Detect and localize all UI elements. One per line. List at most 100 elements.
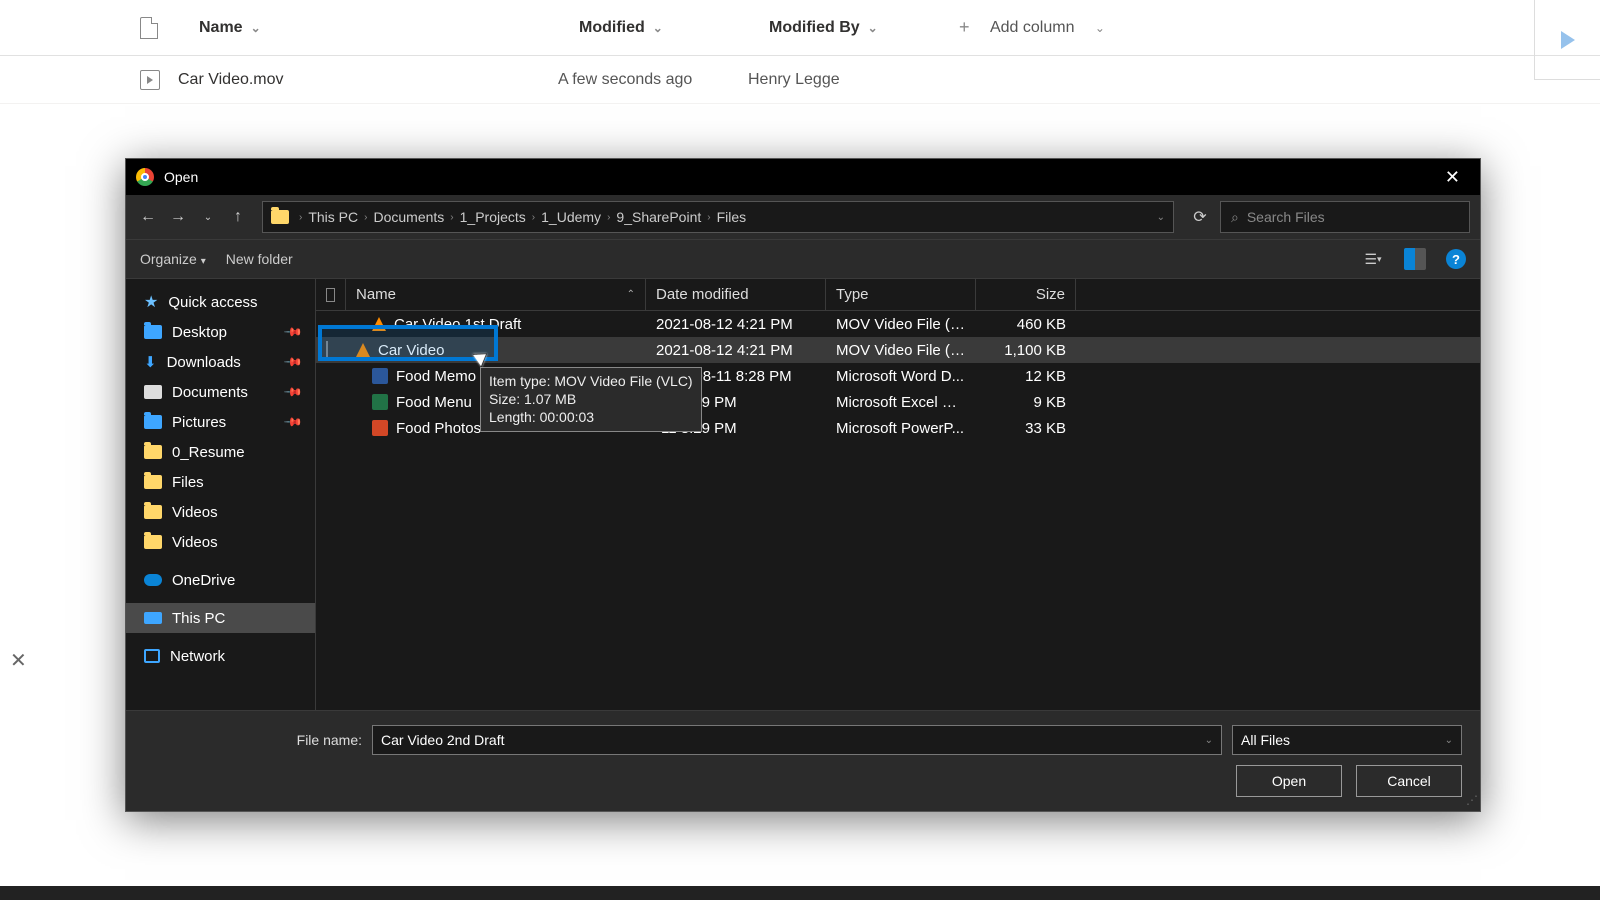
navigation-bar: ← → ⌄ ↑ › This PC› Documents› 1_Projects… <box>126 195 1480 239</box>
view-mode-button[interactable]: ☰ ▾ <box>1362 248 1384 270</box>
close-button[interactable]: ✕ <box>1435 163 1470 192</box>
close-panel-icon[interactable]: ✕ <box>10 648 27 673</box>
organize-menu[interactable]: Organize ▾ <box>140 251 206 267</box>
chevron-down-icon: ⌄ <box>1095 21 1105 35</box>
folder-icon <box>144 505 162 519</box>
breadcrumb-item[interactable]: 1_Udemy <box>541 209 601 225</box>
cloud-icon <box>144 574 162 586</box>
search-input[interactable]: ⌕ Search Files <box>1220 201 1470 233</box>
chevron-down-icon: ⌄ <box>868 21 878 35</box>
column-header-type[interactable]: Type <box>826 279 976 310</box>
sidebar-item-folder[interactable]: Videos <box>126 497 315 527</box>
breadcrumb-bar[interactable]: › This PC› Documents› 1_Projects› 1_Udem… <box>262 201 1174 233</box>
filename-input[interactable]: Car Video 2nd Draft⌄ <box>372 725 1222 755</box>
vlc-icon <box>356 343 370 357</box>
column-modified[interactable]: Modified⌄ <box>579 19 769 37</box>
file-filter-select[interactable]: All Files⌄ <box>1232 725 1462 755</box>
play-preview-card[interactable] <box>1534 0 1600 80</box>
sidebar-item-folder[interactable]: Files <box>126 467 315 497</box>
file-open-dialog: Open ✕ ← → ⌄ ↑ › This PC› Documents› 1_P… <box>125 158 1481 812</box>
select-all-checkbox[interactable] <box>316 279 346 310</box>
sharepoint-list: Name⌄ Modified⌄ Modified By⌄ + Add colum… <box>0 0 1600 104</box>
sort-up-icon: ⌃ <box>627 289 635 300</box>
file-tooltip: Item type: MOV Video File (VLC) Size: 1.… <box>480 367 702 432</box>
documents-icon <box>144 385 162 399</box>
folder-icon <box>144 475 162 489</box>
modifiedby-value: Henry Legge <box>748 71 840 89</box>
cancel-button[interactable]: Cancel <box>1356 765 1462 797</box>
help-button[interactable]: ? <box>1446 249 1466 269</box>
breadcrumb-item[interactable]: 1_Projects <box>460 209 526 225</box>
history-dropdown[interactable]: ⌄ <box>196 205 220 229</box>
filename-label: File name: <box>297 732 362 748</box>
pin-icon: 📌 <box>283 382 303 402</box>
sidebar-item-desktop[interactable]: Desktop📌 <box>126 317 315 347</box>
pc-icon <box>144 612 162 624</box>
chevron-down-icon: ⌄ <box>653 21 663 35</box>
search-icon: ⌕ <box>1231 209 1239 226</box>
refresh-button[interactable]: ⟳ <box>1186 203 1214 231</box>
folder-icon <box>271 210 289 224</box>
vlc-icon <box>372 317 386 331</box>
column-modifiedby[interactable]: Modified By⌄ <box>769 19 959 37</box>
sidebar-onedrive[interactable]: OneDrive <box>126 565 315 595</box>
breadcrumb-item[interactable]: 9_SharePoint <box>616 209 701 225</box>
video-file-icon <box>140 70 160 90</box>
chevron-down-icon[interactable]: ⌄ <box>1157 212 1165 223</box>
preview-pane-button[interactable] <box>1404 248 1426 270</box>
column-name[interactable]: Name⌄ <box>199 19 579 37</box>
chevron-down-icon: ⌄ <box>251 21 261 35</box>
pin-icon: 📌 <box>283 322 303 342</box>
sharepoint-header: Name⌄ Modified⌄ Modified By⌄ + Add colum… <box>0 0 1600 56</box>
file-name[interactable]: Car Video.mov <box>178 71 284 89</box>
add-column-button[interactable]: + Add column ⌄ <box>959 17 1105 38</box>
navigation-sidebar: ★Quick access Desktop📌 ⬇Downloads📌 Docum… <box>126 279 316 710</box>
sharepoint-row[interactable]: Car Video.mov A few seconds ago Henry Le… <box>0 56 1600 104</box>
excel-icon <box>372 394 388 410</box>
chrome-icon <box>136 168 154 186</box>
file-list-pane: Name⌃ Date modified Type Size Car Video … <box>316 279 1480 710</box>
sidebar-network[interactable]: Network <box>126 641 315 671</box>
taskbar[interactable] <box>0 886 1600 900</box>
play-icon <box>1561 31 1575 49</box>
chevron-down-icon[interactable]: ⌄ <box>1205 735 1213 746</box>
sidebar-item-downloads[interactable]: ⬇Downloads📌 <box>126 347 315 377</box>
file-list-header: Name⌃ Date modified Type Size <box>316 279 1480 311</box>
column-header-name[interactable]: Name⌃ <box>346 279 646 310</box>
breadcrumb-item[interactable]: Documents <box>373 209 444 225</box>
pictures-icon <box>144 415 162 429</box>
star-icon: ★ <box>144 292 158 312</box>
toolbar: Organize ▾ New folder ☰ ▾ ? <box>126 239 1480 279</box>
modified-value: A few seconds ago <box>558 71 692 89</box>
network-icon <box>144 649 160 663</box>
folder-icon <box>144 535 162 549</box>
sidebar-this-pc[interactable]: This PC <box>126 603 315 633</box>
breadcrumb-item[interactable]: This PC <box>308 209 358 225</box>
powerpoint-icon <box>372 420 388 436</box>
file-row[interactable]: Car Video 1st Draft 2021-08-12 4:21 PM M… <box>316 311 1480 337</box>
download-icon: ⬇ <box>144 353 157 371</box>
forward-button[interactable]: → <box>166 205 190 229</box>
sidebar-quick-access[interactable]: ★Quick access <box>126 287 315 317</box>
sidebar-item-folder[interactable]: Videos <box>126 527 315 557</box>
up-button[interactable]: ↑ <box>226 205 250 229</box>
pin-icon: 📌 <box>283 412 303 432</box>
open-button[interactable]: Open <box>1236 765 1342 797</box>
sidebar-item-folder[interactable]: 0_Resume <box>126 437 315 467</box>
back-button[interactable]: ← <box>136 205 160 229</box>
new-folder-button[interactable]: New folder <box>226 251 293 267</box>
chevron-down-icon: ⌄ <box>1445 735 1453 746</box>
sidebar-item-pictures[interactable]: Pictures📌 <box>126 407 315 437</box>
resize-grip[interactable]: ⋰ <box>1466 793 1476 807</box>
word-icon <box>372 368 388 384</box>
breadcrumb-item[interactable]: Files <box>717 209 747 225</box>
folder-icon <box>144 445 162 459</box>
pin-icon: 📌 <box>283 352 303 372</box>
dialog-title: Open <box>164 169 198 185</box>
column-header-date[interactable]: Date modified <box>646 279 826 310</box>
dialog-footer: File name: Car Video 2nd Draft⌄ All File… <box>126 710 1480 811</box>
dialog-titlebar: Open ✕ <box>126 159 1480 195</box>
column-header-size[interactable]: Size <box>976 279 1076 310</box>
sidebar-item-documents[interactable]: Documents📌 <box>126 377 315 407</box>
row-checkbox[interactable] <box>326 341 328 360</box>
